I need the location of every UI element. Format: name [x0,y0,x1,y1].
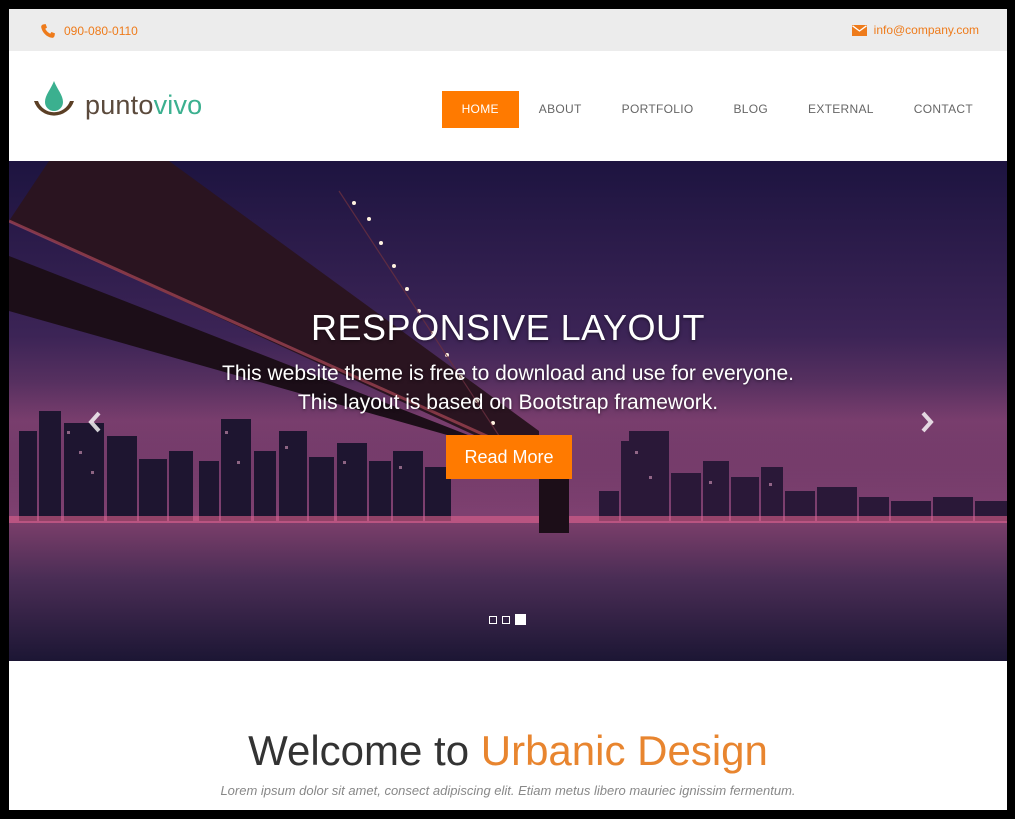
carousel-dot-2[interactable] [502,616,510,624]
hero-caption: RESPONSIVE LAYOUT This website theme is … [9,307,1007,417]
logo-wordmark: puntovivo [85,90,202,121]
page-frame: 090-080-0110 info@company.com puntovivo … [9,9,1007,810]
nav-blog[interactable]: BLOG [713,91,788,128]
hero-subtitle: This website theme is free to download a… [9,359,1007,417]
nav-contact[interactable]: CONTACT [894,91,993,128]
top-bar: 090-080-0110 info@company.com [9,9,1007,51]
nav-external[interactable]: EXTERNAL [788,91,894,128]
logo-text-punto: punto [85,90,154,120]
logo-text-vivo: vivo [153,90,203,120]
nav-home[interactable]: HOME [441,91,519,128]
phone-contact[interactable]: 090-080-0110 [40,23,138,39]
nav-about[interactable]: ABOUT [519,91,602,128]
chevron-left-icon[interactable] [87,411,103,433]
welcome-section: Welcome to Urbanic Design Lorem ipsum do… [9,661,1007,810]
email-address: info@company.com [873,23,979,37]
carousel-dot-1[interactable] [489,616,497,624]
welcome-heading-plain: Welcome to [248,727,481,774]
envelope-icon [851,24,867,36]
hero-line-1: This website theme is free to download a… [222,362,794,385]
carousel-indicators [489,614,526,625]
site-logo[interactable]: puntovivo [29,75,202,136]
chevron-right-icon[interactable] [919,411,935,433]
hero-carousel: RESPONSIVE LAYOUT This website theme is … [9,161,1007,661]
site-header: puntovivo HOME ABOUT PORTFOLIO BLOG EXTE… [9,51,1007,161]
hero-line-2: This layout is based on Bootstrap framew… [297,391,719,414]
nav-portfolio[interactable]: PORTFOLIO [602,91,714,128]
hero-title: RESPONSIVE LAYOUT [311,307,705,348]
welcome-heading-highlight: Urbanic Design [480,727,768,774]
main-nav: HOME ABOUT PORTFOLIO BLOG EXTERNAL CONTA… [441,91,993,128]
email-contact[interactable]: info@company.com [851,23,979,37]
carousel-dot-3[interactable] [515,614,526,625]
read-more-button[interactable]: Read More [446,435,572,479]
welcome-heading: Welcome to Urbanic Design [9,727,1007,775]
phone-icon [40,23,56,39]
welcome-subtitle: Lorem ipsum dolor sit amet, consect adip… [220,783,796,798]
phone-number: 090-080-0110 [64,24,138,38]
drop-logo-icon [29,75,79,136]
